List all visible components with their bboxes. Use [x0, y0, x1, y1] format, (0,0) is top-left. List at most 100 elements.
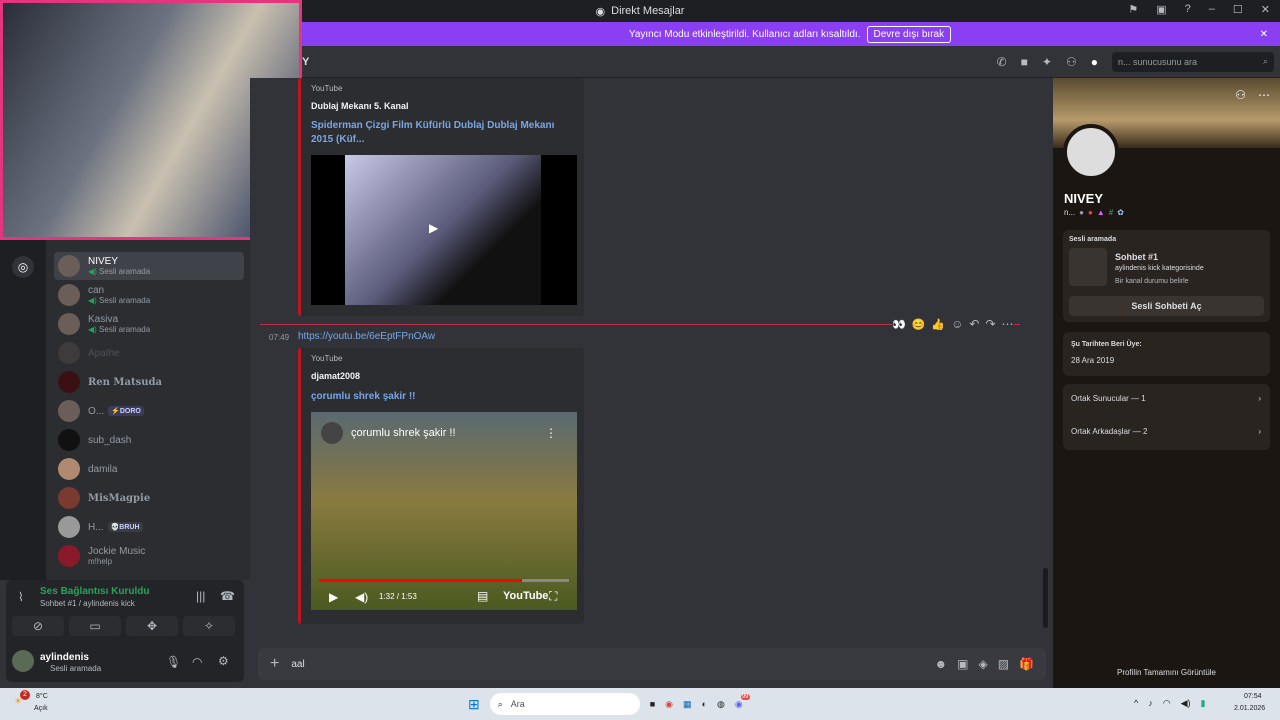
dm-item[interactable]: Jockie Music m!help — [54, 542, 244, 570]
video-thumbnail[interactable]: ▶ — [311, 155, 577, 305]
headphones-icon[interactable]: ◠ — [192, 655, 202, 669]
embed-title[interactable]: Spiderman Çizgi Film Küfürlü Dublaj Dubl… — [311, 119, 561, 147]
mutual-friends[interactable]: Ortak Arkadaşlar — 2 › — [1071, 427, 1261, 436]
store-icon[interactable]: ▦ — [683, 699, 692, 710]
dm-item[interactable]: Ren Matsuda — [54, 368, 244, 396]
gif-icon[interactable]: ▣ — [957, 657, 968, 671]
help-icon[interactable]: ? — [1185, 3, 1191, 16]
user-profile-icon[interactable]: ● — [1091, 55, 1098, 69]
message-link[interactable]: https://youtu.be/6eEptFPnOAw — [298, 331, 435, 342]
video-call-icon[interactable]: ■ — [1021, 55, 1028, 69]
settings-gear-icon[interactable]: ⚙ — [218, 654, 229, 668]
dm-item[interactable]: NIVEY ◀) Sesli aramada — [54, 252, 244, 280]
minimize-button[interactable]: – — [1209, 3, 1215, 16]
task-view-icon[interactable]: ■ — [650, 699, 655, 709]
embed-author[interactable]: djamat2008 — [311, 371, 574, 381]
message-input[interactable]: aal — [291, 659, 304, 670]
disable-streamer-mode-button[interactable]: Devre dışı bırak — [866, 25, 952, 43]
mutual-servers[interactable]: Ortak Sunucular — 1 › — [1071, 394, 1261, 403]
close-banner-icon[interactable]: ✕ — [1260, 29, 1268, 40]
dm-item[interactable]: damila — [54, 455, 244, 483]
play-icon[interactable]: ▶ — [329, 590, 338, 604]
battery-icon[interactable]: ▮ — [1201, 698, 1206, 709]
play-icon[interactable]: ▶ — [429, 221, 438, 235]
dm-item[interactable]: Apathe — [54, 339, 244, 367]
obs-icon[interactable]: ◍ — [717, 699, 725, 710]
monitor-icon[interactable]: ▣ — [1156, 3, 1166, 16]
image-icon[interactable]: ▨ — [998, 657, 1009, 671]
dm-item[interactable]: O... ⚡DORO — [54, 397, 244, 425]
disconnect-icon[interactable]: ☎ — [220, 589, 235, 603]
badge-icon[interactable]: ▲ — [1097, 208, 1105, 217]
wifi-icon[interactable]: ◠ — [1163, 698, 1171, 709]
voice-channel[interactable]: Sohbet #1 / aylindenis kick — [40, 599, 135, 608]
dm-name: Ren Matsuda — [88, 376, 162, 388]
discord-taskbar-icon[interactable]: ◉ 99 — [735, 693, 750, 710]
taskbar-search[interactable]: ⌕ Ara — [489, 693, 640, 715]
dm-item[interactable]: MisMagpie — [54, 484, 244, 512]
soundboard-button[interactable]: ✧ — [183, 616, 235, 636]
clock-date[interactable]: 2.01.2026 — [1234, 705, 1265, 712]
tray-chevron-icon[interactable]: ^ — [1134, 698, 1138, 709]
embed-title[interactable]: çorumlu shrek şakir !! — [311, 391, 574, 402]
voice-call-icon[interactable]: ✆ — [997, 55, 1007, 69]
gift-icon[interactable]: 🎁 — [1019, 657, 1034, 671]
channel-status-prompt[interactable]: Bir kanal durumu belirle — [1115, 278, 1189, 285]
volume-icon[interactable]: ◀) — [1181, 698, 1191, 709]
activities-button[interactable]: ✥ — [126, 616, 178, 636]
noise-suppression-icon[interactable]: ||| — [196, 589, 205, 603]
voice-channel-name[interactable]: Sohbet #1 — [1115, 252, 1158, 262]
search-input[interactable]: n... sunucusunu ara ⌕ — [1112, 51, 1274, 72]
dm-item[interactable]: can ◀) Sesli aramada — [54, 281, 244, 309]
add-attachment-icon[interactable]: + — [270, 655, 279, 673]
eyes-reaction-icon[interactable]: 👀 — [892, 318, 906, 331]
apps-icon[interactable]: ☻ — [934, 657, 947, 671]
forward-icon[interactable]: ↷ — [985, 317, 995, 331]
inbox-icon[interactable]: ⚑ — [1128, 3, 1138, 16]
fullscreen-icon[interactable]: ⛶ — [549, 589, 557, 604]
microphone-icon[interactable]: 🎙 — [166, 655, 181, 669]
thumbs-up-reaction-icon[interactable]: 👍 — [931, 318, 945, 331]
scrollbar[interactable] — [1043, 568, 1048, 628]
embed-author[interactable]: Dublaj Mekanı 5. Kanal — [311, 101, 574, 111]
tray-icon[interactable]: ♪ — [1148, 698, 1153, 709]
join-voice-button[interactable]: Sesli Sohbeti Aç — [1069, 296, 1264, 316]
start-icon[interactable]: ⊞ — [468, 696, 480, 713]
badge-icon[interactable]: ✿ — [1117, 208, 1124, 217]
captions-icon[interactable]: ▤ — [477, 589, 488, 603]
maximize-button[interactable]: ☐ — [1233, 3, 1243, 16]
message-composer[interactable]: + aal ☻ ▣ ◈ ▨ 🎁 — [258, 648, 1046, 680]
more-icon[interactable]: ⋯ — [1002, 317, 1014, 331]
view-full-profile-link[interactable]: Profilin Tamamını Görüntüle — [1053, 668, 1280, 677]
add-reaction-icon[interactable]: ☺ — [951, 317, 963, 331]
dm-item[interactable]: H... 💀BRUH — [54, 513, 244, 541]
smile-reaction-icon[interactable]: 😊 — [912, 318, 926, 331]
pin-icon[interactable]: ✦ — [1042, 55, 1052, 69]
video-menu-icon[interactable]: ⋮ — [545, 426, 557, 440]
steam-icon[interactable]: ◐ — [702, 699, 707, 709]
add-friend-icon[interactable]: ⚇ — [1235, 88, 1246, 102]
user-avatar[interactable] — [12, 650, 34, 672]
clock-time[interactable]: 07:54 — [1244, 693, 1262, 700]
video-progress-bar[interactable] — [319, 579, 569, 582]
screen-share-button[interactable]: ▭ — [69, 616, 121, 636]
search-placeholder: n... sunucusunu ara — [1118, 56, 1198, 67]
badge-icon[interactable]: ● — [1088, 208, 1093, 217]
video-player[interactable]: çorumlu shrek şakir !! ⋮ ▶ ◀) 1:32 / 1:5… — [311, 412, 577, 610]
badge-icon[interactable]: ● — [1079, 208, 1084, 217]
badge-icon[interactable]: # — [1109, 208, 1113, 217]
discover-icon[interactable]: ◎ — [12, 256, 34, 278]
youtube-logo[interactable]: YouTube — [503, 590, 548, 602]
sticker-icon[interactable]: ◈ — [978, 657, 987, 671]
chrome-icon[interactable]: ◉ — [665, 699, 673, 710]
clan-tag: 💀BRUH — [107, 522, 143, 532]
volume-icon[interactable]: ◀) — [355, 590, 368, 604]
close-window-button[interactable]: ✕ — [1261, 3, 1270, 16]
dm-item[interactable]: sub_dash — [54, 426, 244, 454]
add-friend-icon[interactable]: ⚇ — [1066, 55, 1077, 69]
user-name: aylindenis — [40, 652, 89, 663]
camera-off-button[interactable]: ⊘ — [12, 616, 64, 636]
dm-item[interactable]: Kasiva ◀) Sesli aramada — [54, 310, 244, 338]
reply-icon[interactable]: ↶ — [969, 317, 979, 331]
more-icon[interactable]: ⋯ — [1258, 88, 1270, 102]
